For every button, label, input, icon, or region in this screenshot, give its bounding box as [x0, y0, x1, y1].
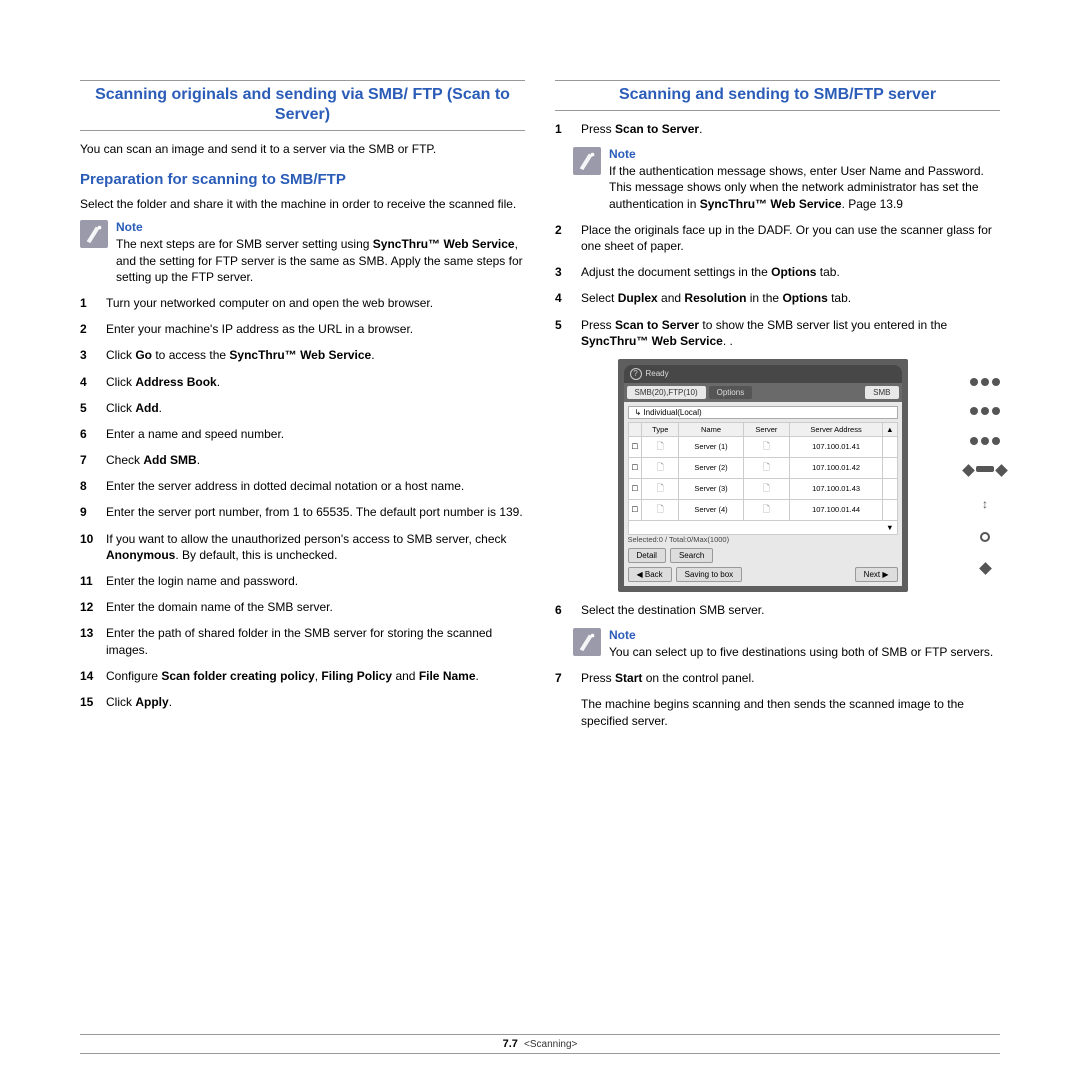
step-item: 11Enter the login name and password.	[80, 573, 525, 589]
step-item: 12Enter the domain name of the SMB serve…	[80, 599, 525, 615]
note-block: Note If the authentication message shows…	[573, 147, 1000, 212]
step-item: 5Click Add.	[80, 400, 525, 416]
ui-screenshot: ? Ready SMB(20),FTP(10) Options SMB ↳ In…	[618, 359, 908, 592]
detail-button[interactable]: Detail	[628, 548, 666, 563]
help-icon: ?	[630, 368, 642, 380]
status-ready: Ready	[646, 369, 669, 378]
step-item: 8Enter the server address in dotted deci…	[80, 478, 525, 494]
dropdown-individual[interactable]: ↳ Individual(Local)	[628, 406, 898, 419]
subsection-heading: Preparation for scanning to SMB/FTP	[80, 171, 525, 188]
step-item: 10If you want to allow the unauthorized …	[80, 531, 525, 563]
step-item: 6 Select the destination SMB server.	[555, 602, 1000, 618]
step-item: 2Enter your machine's IP address as the …	[80, 321, 525, 337]
send-button[interactable]: SMB	[865, 386, 898, 399]
note-icon	[573, 147, 601, 175]
section-heading: Scanning originals and sending via SMB/ …	[80, 80, 525, 131]
search-button[interactable]: Search	[670, 548, 713, 563]
note-text: If the authentication message shows, ent…	[609, 163, 1000, 212]
tab-smb-ftp[interactable]: SMB(20),FTP(10)	[627, 386, 706, 399]
saving-button[interactable]: Saving to box	[676, 567, 742, 582]
back-button[interactable]: ◀ Back	[628, 567, 672, 582]
table-row[interactable]: ☐🗋Server (2)🗋107.100.01.42	[628, 457, 897, 478]
sub-intro: Select the folder and share it with the …	[80, 196, 525, 212]
step-item: 4Click Address Book.	[80, 374, 525, 390]
step-item: 3Click Go to access the SyncThru™ Web Se…	[80, 347, 525, 363]
note-icon	[80, 220, 108, 248]
table-row[interactable]: ☐🗋Server (3)🗋107.100.01.43	[628, 478, 897, 499]
step-list: 1Press Scan to Server.	[555, 121, 1000, 137]
note-text: The next steps are for SMB server settin…	[116, 236, 525, 285]
step-list: 2Place the originals face up in the DADF…	[555, 222, 1000, 349]
step-item: 15Click Apply.	[80, 694, 525, 710]
note-label: Note	[609, 147, 1000, 161]
server-table: Type Name Server Server Address ▲ ☐🗋Serv…	[628, 422, 898, 535]
intro-text: You can scan an image and send it to a s…	[80, 141, 525, 157]
step-item: 14Configure Scan folder creating policy,…	[80, 668, 525, 684]
step-item: 1Press Scan to Server.	[555, 121, 1000, 137]
page-footer: 7.7 <Scanning>	[80, 1034, 1000, 1054]
table-row[interactable]: ☐🗋Server (1)🗋107.100.01.41	[628, 436, 897, 457]
table-row[interactable]: ☐🗋Server (4)🗋107.100.01.44	[628, 499, 897, 520]
step-item: 1Turn your networked computer on and ope…	[80, 295, 525, 311]
section-heading: Scanning and sending to SMB/FTP server	[555, 80, 1000, 111]
step-item: 5Press Scan to Server to show the SMB se…	[555, 317, 1000, 349]
tab-options[interactable]: Options	[709, 386, 753, 399]
note-block: Note The next steps are for SMB server s…	[80, 220, 525, 285]
note-label: Note	[116, 220, 525, 234]
side-indicators: ↕	[970, 359, 1000, 592]
step-item: 2Place the originals face up in the DADF…	[555, 222, 1000, 254]
note-icon	[573, 628, 601, 656]
note-block: Note You can select up to five destinati…	[573, 628, 1000, 660]
step-item: 3Adjust the document settings in the Opt…	[555, 264, 1000, 280]
step-item: 7Check Add SMB.	[80, 452, 525, 468]
note-label: Note	[609, 628, 993, 642]
step-item: 6Enter a name and speed number.	[80, 426, 525, 442]
step-item: 7 Press Start on the control panel.	[555, 670, 1000, 686]
step-item: 4Select Duplex and Resolution in the Opt…	[555, 290, 1000, 306]
next-button[interactable]: Next ▶	[855, 567, 898, 582]
step-item: 9Enter the server port number, from 1 to…	[80, 504, 525, 520]
step-item: 13Enter the path of shared folder in the…	[80, 625, 525, 657]
step-list: 1Turn your networked computer on and ope…	[80, 295, 525, 710]
closing-text: The machine begins scanning and then sen…	[581, 696, 1000, 728]
note-text: You can select up to five destinations u…	[609, 644, 993, 660]
selection-status: Selected:0 / Total:0/Max(1000)	[628, 535, 898, 544]
